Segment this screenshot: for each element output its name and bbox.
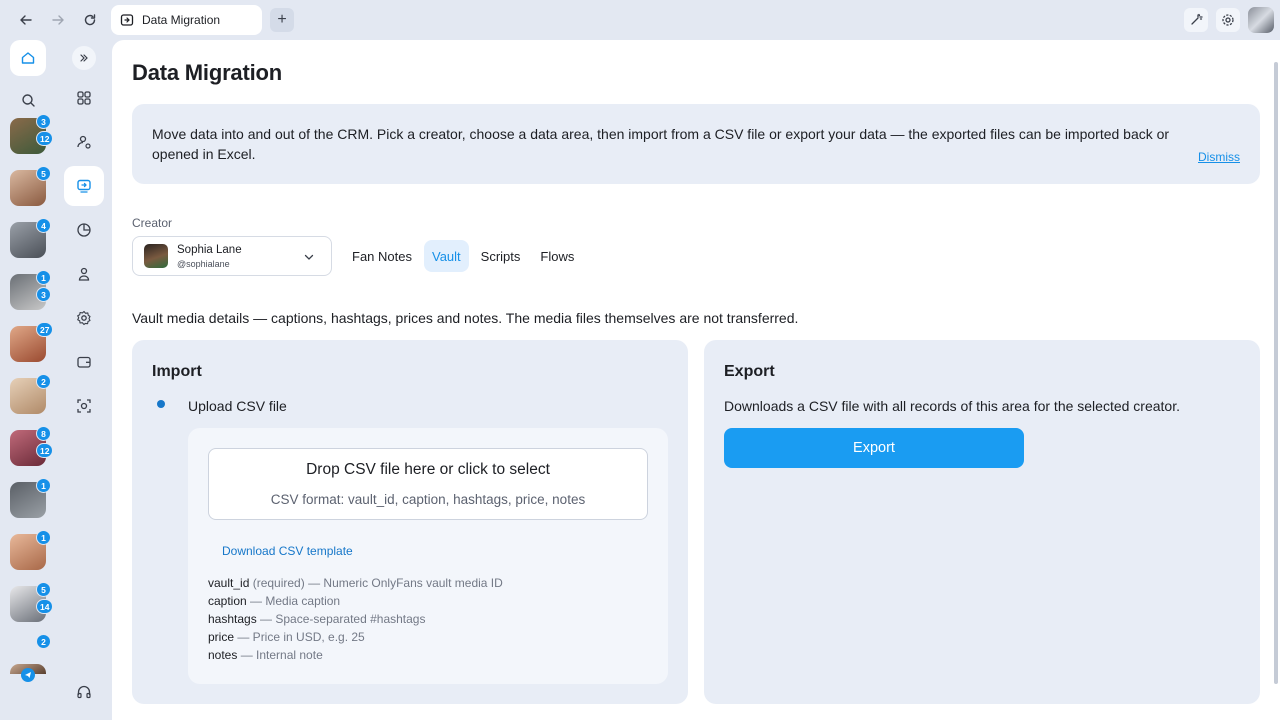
field-desc: — Internal note xyxy=(237,648,323,662)
field-row: caption — Media caption xyxy=(208,592,503,610)
unread-badge: 2 xyxy=(36,634,51,649)
field-desc: — Price in USD, e.g. 25 xyxy=(234,630,365,644)
field-name: price xyxy=(208,630,235,644)
team-icon[interactable] xyxy=(64,254,104,294)
download-template-link[interactable]: Download CSV template xyxy=(222,544,353,558)
field-name: vault_id xyxy=(208,576,250,590)
app-sidebar xyxy=(56,40,112,720)
unread-badge: 2 xyxy=(36,374,51,389)
notice-text: Move data into and out of the CRM. Pick … xyxy=(152,126,1170,162)
unread-badge: 1 xyxy=(36,478,51,493)
tab-vault[interactable]: Vault xyxy=(423,240,469,272)
gear-icon[interactable] xyxy=(64,298,104,338)
migration-tab-icon xyxy=(119,12,135,28)
settings-gear-icon[interactable] xyxy=(1216,8,1240,32)
chevron-down-icon xyxy=(303,250,315,268)
headphones-support-icon[interactable] xyxy=(64,672,104,712)
unread-badge: 27 xyxy=(36,322,54,337)
wallet-icon[interactable] xyxy=(64,342,104,382)
import-title: Import xyxy=(152,363,202,380)
search-icon[interactable] xyxy=(16,88,40,112)
browser-tab[interactable]: Data Migration xyxy=(111,5,262,35)
user-avatar[interactable] xyxy=(1248,7,1274,33)
back-arrow-icon[interactable] xyxy=(14,8,38,32)
data-area-tabs: Fan Notes Vault Scripts Flows xyxy=(344,240,586,272)
new-tab-button[interactable]: + xyxy=(270,8,294,32)
browser-toolbar: Data Migration + xyxy=(0,0,1280,40)
creator-label: Creator xyxy=(132,216,173,230)
unread-badge: 8 xyxy=(36,426,51,441)
export-panel: Export Downloads a CSV file with all rec… xyxy=(704,340,1260,704)
telegram-icon[interactable] xyxy=(21,668,35,682)
field-name: caption xyxy=(208,594,247,608)
field-row: hashtags — Space-separated #hashtags xyxy=(208,610,503,628)
creator-dropdown[interactable]: Sophia Lane @sophialane xyxy=(132,236,332,276)
info-notice: Move data into and out of the CRM. Pick … xyxy=(132,104,1260,184)
dropzone-title: Drop CSV file here or click to select xyxy=(306,461,550,478)
unread-badge: 12 xyxy=(36,443,54,458)
field-row: vault_id (required) — Numeric OnlyFans v… xyxy=(208,574,503,592)
import-panel: Import Upload CSV file Drop CSV file her… xyxy=(132,340,688,704)
dropzone-format: CSV format: vault_id, caption, hashtags,… xyxy=(270,492,586,507)
unread-badge: 3 xyxy=(36,114,51,129)
forward-arrow-icon[interactable] xyxy=(46,8,70,32)
field-desc: — Media caption xyxy=(246,594,341,608)
export-button[interactable]: Export xyxy=(724,428,1024,468)
field-desc: — Space-separated #hashtags xyxy=(256,612,426,626)
tab-flows[interactable]: Flows xyxy=(532,240,582,272)
analytics-pie-icon[interactable] xyxy=(64,210,104,250)
dashboard-grid-icon[interactable] xyxy=(64,78,104,118)
unread-badge: 3 xyxy=(36,287,51,302)
field-row: notes — Internal note xyxy=(208,646,503,664)
field-row: price — Price in USD, e.g. 25 xyxy=(208,628,503,646)
creator-rail: 3 12 5 4 1 3 27 2 8 12 1 1 5 14 2 xyxy=(0,40,56,720)
upload-option-label[interactable]: Upload CSV file xyxy=(188,398,287,414)
tab-fan-notes[interactable]: Fan Notes xyxy=(344,240,420,272)
unread-badge: 5 xyxy=(36,166,51,181)
csv-dropzone[interactable]: Drop CSV file here or click to select CS… xyxy=(208,448,648,520)
focus-scan-icon[interactable] xyxy=(64,386,104,426)
unread-badge: 1 xyxy=(36,530,51,545)
export-description: Downloads a CSV file with all records of… xyxy=(724,398,1180,414)
tab-scripts[interactable]: Scripts xyxy=(473,240,529,272)
unread-badge: 1 xyxy=(36,270,51,285)
unread-badge: 5 xyxy=(36,582,51,597)
tab-title: Data Migration xyxy=(142,13,221,27)
unread-badge: 4 xyxy=(36,218,51,233)
unread-badge: 12 xyxy=(36,131,54,146)
creator-avatar xyxy=(144,244,168,268)
creator-handle: @sophialane xyxy=(177,259,230,269)
export-title: Export xyxy=(724,363,775,380)
main-content: Data Migration Move data into and out of… xyxy=(112,40,1280,720)
creator-name: Sophia Lane xyxy=(177,244,242,256)
user-settings-icon[interactable] xyxy=(64,122,104,162)
magic-wand-icon[interactable] xyxy=(1184,8,1208,32)
field-list: vault_id (required) — Numeric OnlyFans v… xyxy=(208,574,503,664)
field-desc: (required) — Numeric OnlyFans vault medi… xyxy=(249,576,503,590)
upload-radio[interactable] xyxy=(157,400,165,408)
dismiss-link[interactable]: Dismiss xyxy=(1198,147,1240,167)
home-icon[interactable] xyxy=(10,40,46,76)
page-scrollbar[interactable] xyxy=(1274,62,1278,684)
page-title: Data Migration xyxy=(132,60,282,85)
field-name: notes xyxy=(208,648,238,662)
field-name: hashtags xyxy=(208,612,257,626)
data-migration-icon[interactable] xyxy=(64,166,104,206)
expand-sidebar-icon[interactable] xyxy=(72,46,96,70)
reload-icon[interactable] xyxy=(78,8,102,32)
unread-badge: 14 xyxy=(36,599,54,614)
area-description: Vault media details — captions, hashtags… xyxy=(132,310,799,326)
upload-card: Drop CSV file here or click to select CS… xyxy=(188,428,668,684)
